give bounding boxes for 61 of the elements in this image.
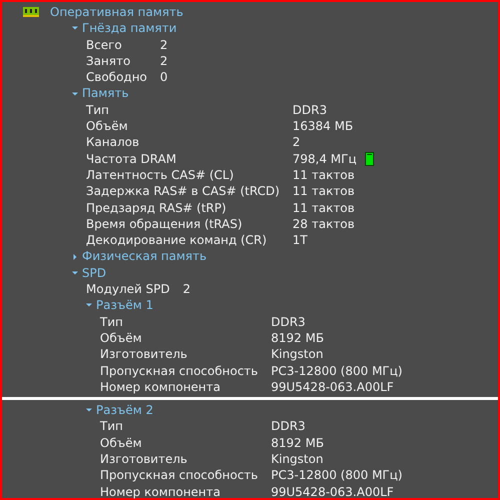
- expanded-arrow-icon[interactable]: [72, 270, 78, 276]
- field-label: Время обращения (tRAS): [86, 216, 244, 232]
- field-value: 99U5428-063.A00LF: [270, 484, 394, 500]
- field-value: 8192 МБ: [270, 330, 324, 346]
- tree-node[interactable]: Гнёзда памяти: [82, 20, 177, 37]
- field-value: 11 тактов: [292, 166, 355, 184]
- field-label: Свободно: [86, 69, 148, 86]
- field-value: DDR3: [292, 102, 327, 118]
- field-label: Всего: [86, 36, 123, 53]
- field-value: 0: [160, 69, 168, 86]
- field-label: Каналов: [86, 134, 140, 151]
- field-value: 2: [292, 134, 300, 151]
- field-value: 2: [182, 281, 190, 298]
- tree-node[interactable]: Разъём 2: [96, 402, 154, 418]
- field-value: PC3-12800 (800 МГц): [270, 362, 402, 379]
- field-label: Латентность CAS# (CL): [86, 166, 235, 184]
- memory-module-icon: [23, 7, 39, 18]
- tree-node[interactable]: SPD: [82, 264, 106, 282]
- field-label: Номер компонента: [100, 484, 222, 500]
- field-label: Объём: [86, 118, 129, 134]
- expanded-arrow-icon[interactable]: [86, 302, 92, 308]
- field-value: 8192 МБ: [270, 434, 324, 452]
- field-value: 16384 МБ: [292, 118, 354, 134]
- tree-node[interactable]: Память: [82, 85, 129, 102]
- field-value: 2: [160, 52, 168, 70]
- field-value: 2: [160, 36, 168, 53]
- field-value: 1T: [292, 232, 308, 248]
- field-label: Декодирование команд (CR): [86, 232, 268, 248]
- expanded-arrow-icon[interactable]: [86, 407, 92, 414]
- tree-node[interactable]: Оперативная память: [50, 4, 184, 20]
- field-label: Объём: [100, 434, 143, 452]
- field-label: Пропускная способность: [100, 362, 258, 379]
- field-label: Изготовитель: [100, 451, 188, 468]
- field-value: Kingston: [270, 451, 324, 468]
- field-label: Пропускная способность: [100, 467, 258, 484]
- tree-node[interactable]: Разъём 1: [96, 297, 154, 314]
- field-label: Тип: [86, 102, 110, 118]
- splitter-line[interactable]: [2, 397, 498, 400]
- field-value: 11 тактов: [292, 200, 355, 216]
- field-value: Kingston: [270, 346, 324, 363]
- field-label: Тип: [100, 418, 124, 435]
- collapsed-arrow-icon[interactable]: [72, 254, 78, 260]
- field-label: Частота DRAM: [86, 150, 178, 167]
- field-label: Предзаряд RAS# (tRP): [86, 200, 228, 216]
- expanded-arrow-icon[interactable]: [72, 25, 78, 32]
- field-label: Номер компонента: [100, 378, 222, 396]
- field-label: Объём: [100, 330, 143, 346]
- tree-node[interactable]: Физическая память: [82, 248, 207, 265]
- field-value: DDR3: [270, 418, 306, 435]
- field-value: DDR3: [270, 314, 306, 330]
- field-label: Изготовитель: [100, 346, 188, 363]
- field-value: 99U5428-063.A00LF: [270, 378, 394, 396]
- field-value: 11 тактов: [292, 183, 355, 200]
- field-value: 798,4 МГц: [292, 150, 357, 167]
- field-value: PC3-12800 (800 МГц): [270, 467, 402, 484]
- field-value: 28 тактов: [292, 216, 355, 232]
- field-label: Задержка RAS# в CAS# (tRCD): [86, 183, 280, 200]
- field-label: Тип: [100, 314, 124, 330]
- expanded-arrow-icon[interactable]: [72, 90, 78, 97]
- field-label: Модулей SPD: [86, 281, 170, 298]
- field-label: Занято: [86, 52, 132, 70]
